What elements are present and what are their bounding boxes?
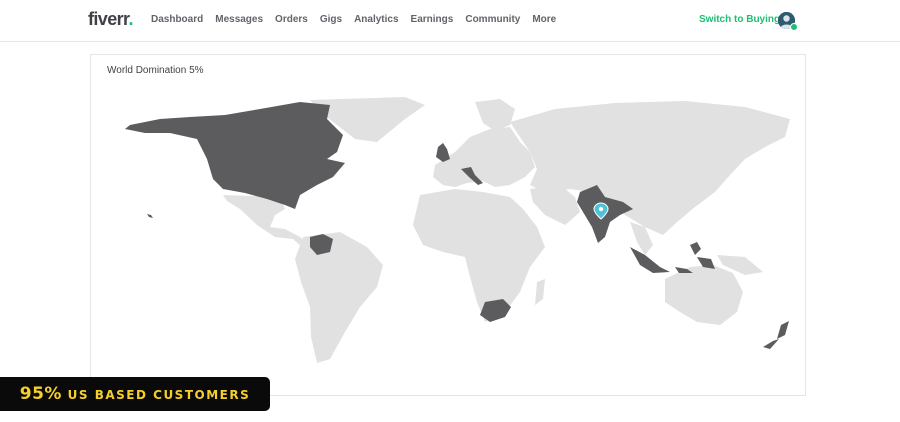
- top-navigation-bar: fiverr. Dashboard Messages Orders Gigs A…: [0, 0, 900, 42]
- main-nav: Dashboard Messages Orders Gigs Analytics…: [151, 14, 568, 25]
- nav-community[interactable]: Community: [465, 14, 520, 25]
- nav-more[interactable]: More: [532, 14, 556, 25]
- nav-earnings[interactable]: Earnings: [411, 14, 454, 25]
- map-region-philippines: [690, 242, 701, 255]
- nav-gigs[interactable]: Gigs: [320, 14, 342, 25]
- banner-text: US BASED CUSTOMERS: [67, 388, 251, 402]
- map-region-hawaii: [147, 214, 153, 218]
- map-region-new-zealand: [777, 321, 789, 339]
- nav-dashboard[interactable]: Dashboard: [151, 14, 203, 25]
- fiverr-logo[interactable]: fiverr.: [88, 9, 134, 30]
- online-status-dot: [790, 23, 798, 31]
- map-region-north-america: [125, 102, 345, 209]
- nav-messages[interactable]: Messages: [215, 14, 263, 25]
- nav-analytics[interactable]: Analytics: [354, 14, 398, 25]
- switch-to-buying-link[interactable]: Switch to Buying: [699, 14, 780, 25]
- banner-percent: 95%: [19, 384, 62, 404]
- map-region-united-kingdom: [436, 143, 450, 162]
- world-map: [125, 97, 790, 363]
- customer-stats-banner: 95% US BASED CUSTOMERS: [0, 377, 270, 411]
- map-region-indonesia: [630, 247, 670, 273]
- card-title: World Domination 5%: [107, 65, 204, 76]
- nav-orders[interactable]: Orders: [275, 14, 308, 25]
